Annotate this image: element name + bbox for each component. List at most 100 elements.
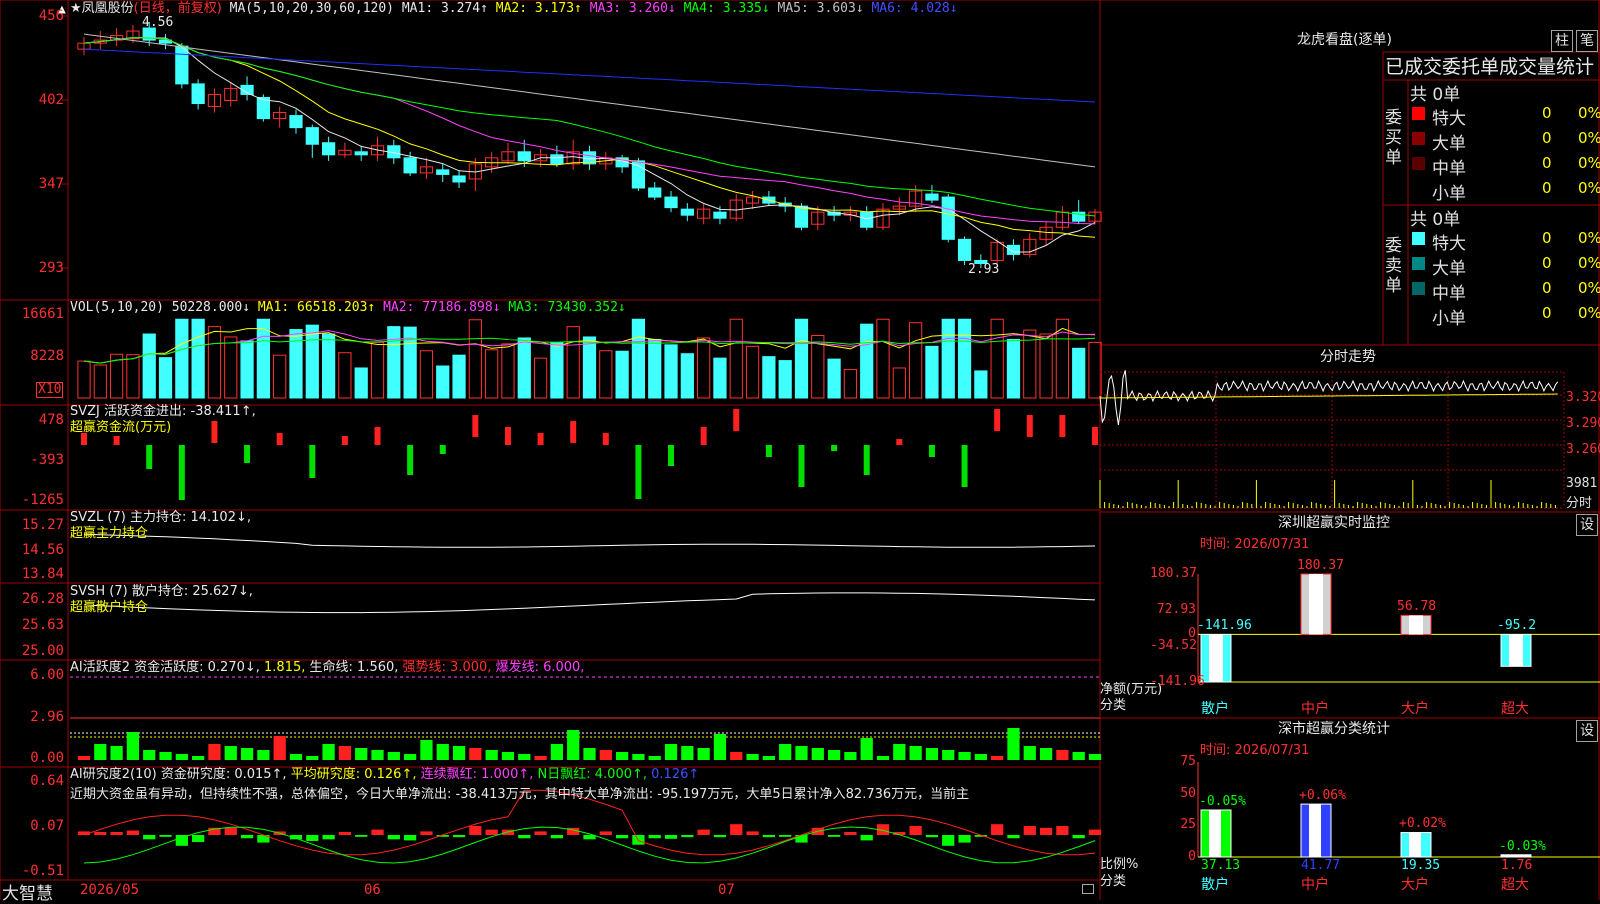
bar-mode-button[interactable]: 柱 bbox=[1551, 30, 1573, 52]
research-bar bbox=[224, 827, 237, 835]
ma3-line bbox=[83, 36, 1096, 225]
sell-row-count: 0 bbox=[1542, 254, 1552, 272]
volume-bar bbox=[778, 360, 792, 399]
fund-flow-bar bbox=[1026, 415, 1033, 437]
activity-bar bbox=[240, 748, 254, 760]
candle-body bbox=[436, 169, 450, 175]
ma2-value: MA2: 3.173↑ bbox=[495, 1, 582, 16]
activity-bar bbox=[925, 748, 939, 760]
sz-axis-label-3: -34.52 bbox=[1150, 638, 1197, 653]
sz-monitor-title: 深圳超赢实时监控 bbox=[1278, 515, 1390, 531]
candle-body bbox=[175, 45, 189, 85]
volume-bar bbox=[501, 343, 515, 399]
stock-name[interactable]: ★凤凰股份 bbox=[70, 1, 134, 16]
activity-bar bbox=[175, 754, 188, 760]
fund-flow-bar bbox=[798, 445, 805, 487]
fl-settings-button[interactable]: 设 bbox=[1576, 720, 1598, 742]
activity-bar bbox=[632, 754, 645, 760]
svzl-label: SVZL (7) 主力持仓: 14.102↓, bbox=[70, 510, 251, 525]
research-bar bbox=[664, 835, 678, 839]
candle-body bbox=[305, 127, 319, 145]
activity-bar bbox=[827, 750, 841, 760]
lock-icon[interactable] bbox=[1082, 884, 1094, 894]
sell-total: 共 0单 bbox=[1410, 210, 1461, 230]
volume-bar bbox=[77, 360, 91, 399]
activity-bar bbox=[192, 756, 205, 760]
candle-body bbox=[925, 193, 939, 201]
buy-color-swatch bbox=[1412, 182, 1425, 195]
tick-mode-button[interactable]: 笔 bbox=[1576, 30, 1598, 52]
svsh-axis-2: 25.00 bbox=[21, 643, 64, 659]
volume-bar bbox=[925, 345, 939, 399]
volume-bar bbox=[615, 350, 629, 399]
volume-bar bbox=[256, 318, 270, 399]
research-bar bbox=[110, 832, 123, 835]
activity-bar bbox=[942, 750, 955, 760]
research-bar bbox=[1023, 826, 1036, 835]
research-bar bbox=[387, 835, 400, 840]
volume-bar bbox=[860, 323, 874, 399]
logo-text[interactable]: 大智慧 bbox=[2, 879, 53, 904]
activity-bar bbox=[306, 756, 319, 760]
sz-xlabel: 分类 bbox=[1100, 698, 1127, 713]
volume-bar bbox=[697, 337, 711, 399]
buy-row-name: 小单 bbox=[1432, 184, 1466, 204]
fund-flow-bar bbox=[504, 427, 511, 445]
research-bar bbox=[452, 835, 466, 838]
buy-row-count: 0 bbox=[1542, 104, 1552, 122]
candle-body bbox=[860, 211, 874, 228]
volume-bar bbox=[631, 318, 646, 399]
candle-body bbox=[957, 238, 972, 261]
volume-bar bbox=[680, 353, 694, 399]
fund-flow-bar bbox=[733, 409, 740, 431]
sz-bar-highlight-0 bbox=[1209, 634, 1223, 682]
research-bar bbox=[713, 835, 727, 838]
fund-flow-bar bbox=[113, 436, 120, 445]
activity-bar bbox=[485, 750, 498, 760]
activity-bar bbox=[355, 748, 368, 760]
fenshi-axis-4: 分时 bbox=[1566, 496, 1593, 511]
research-bar bbox=[240, 835, 254, 839]
volume-bar bbox=[990, 318, 1004, 399]
buy-row-pct: 0% bbox=[1578, 154, 1600, 172]
fund-flow-bar bbox=[668, 445, 675, 466]
fund-flow-bar bbox=[341, 436, 348, 445]
fund-flow-bar bbox=[961, 445, 968, 487]
activity-bar bbox=[991, 756, 1004, 760]
buy-row-pct: 0% bbox=[1578, 179, 1600, 197]
volume-bar bbox=[909, 322, 923, 399]
volume-bar bbox=[354, 367, 368, 399]
sell-color-swatch bbox=[1412, 307, 1425, 320]
fl-bar-value-2: 19.35 bbox=[1401, 858, 1441, 873]
activity-bar bbox=[94, 744, 107, 760]
ai1-v2: 1.815, bbox=[264, 660, 306, 675]
vol-unit[interactable]: X10 bbox=[36, 382, 64, 398]
fenshi-title[interactable]: 分时走势 bbox=[1320, 350, 1376, 365]
sz-bar-value-1: 180.37 bbox=[1297, 558, 1344, 573]
activity-bar bbox=[762, 756, 775, 760]
volume-bar bbox=[876, 318, 890, 399]
date-label-2: 07 bbox=[718, 882, 735, 898]
research-bar bbox=[550, 835, 564, 839]
ma3-value: MA3: 3.260↓ bbox=[589, 1, 676, 16]
sz-settings-button[interactable]: 设 bbox=[1576, 514, 1598, 536]
fund-flow-bar bbox=[374, 427, 381, 445]
fund-flow-bar bbox=[211, 421, 218, 443]
svzl-axis-0: 15.27 bbox=[21, 517, 64, 533]
vol-header: VOL(5,10,20) 50228.000↓ MA1: 66518.203↑ … bbox=[70, 300, 626, 315]
ai2-v2: 平均研究度: 0.126↑, bbox=[290, 767, 417, 782]
fl-axis-label-0: 75 bbox=[1180, 754, 1196, 769]
vol-ma3: MA3: 73430.352↓ bbox=[508, 300, 626, 315]
research-bar bbox=[338, 832, 352, 835]
activity-bar bbox=[208, 744, 221, 760]
activity-bar bbox=[681, 746, 694, 760]
fl-axis-label-2: 25 bbox=[1180, 817, 1196, 833]
order-stats-tab[interactable]: 已成交委托单成交量统计 bbox=[1385, 56, 1599, 78]
fund-flow-bar bbox=[439, 445, 446, 454]
candle-body bbox=[321, 142, 336, 156]
kline-period[interactable]: (日线，前复权) bbox=[134, 1, 222, 16]
sz-bar-category-3: 超大 bbox=[1501, 701, 1529, 717]
activity-bar bbox=[893, 744, 906, 760]
ai2-header: AI研究度2(10) 资金研究度: 0.015↑, 平均研究度: 0.126↑,… bbox=[70, 767, 699, 782]
date-label-0: 2026/05 bbox=[80, 882, 140, 898]
